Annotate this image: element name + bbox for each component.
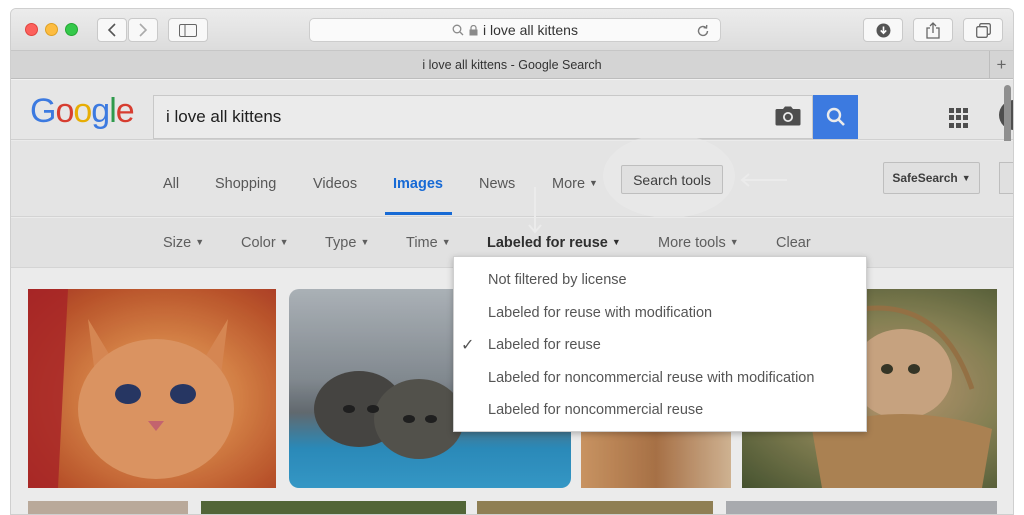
menu-item-not-filtered[interactable]: Not filtered by license	[488, 272, 627, 288]
image-result-row2-2[interactable]	[201, 501, 466, 514]
caret-down-icon: ▼	[360, 237, 370, 247]
browser-toolbar: i love all kittens	[11, 9, 1013, 51]
menu-item-noncommercial-modification[interactable]: Labeled for noncommercial reuse with mod…	[488, 370, 814, 386]
settings-button[interactable]	[999, 162, 1013, 194]
menu-item-noncommercial-reuse[interactable]: Labeled for noncommercial reuse	[488, 402, 703, 418]
search-button[interactable]	[813, 95, 858, 139]
type-filter-label: Type	[325, 235, 357, 251]
type-filter[interactable]: Type ▼	[325, 235, 369, 251]
magnifier-icon	[826, 107, 845, 126]
caret-down-icon: ▼	[961, 173, 971, 183]
caret-down-icon: ▼	[729, 237, 739, 247]
browser-window: i love all kittens i love all kittens - …	[10, 8, 1014, 515]
camera-icon[interactable]	[775, 106, 801, 126]
logo-letter: g	[91, 92, 110, 130]
usage-rights-menu: Not filtered by license Labeled for reus…	[453, 256, 867, 432]
share-button[interactable]	[913, 18, 953, 42]
new-tab-button[interactable]: +	[989, 51, 1013, 78]
download-icon	[876, 23, 890, 37]
google-page: Google i love all kittens All Shopping V…	[11, 80, 1013, 514]
tabs-icon	[975, 22, 991, 38]
downloads-button[interactable]	[863, 18, 903, 42]
chevron-right-icon	[139, 23, 148, 37]
apps-grid-icon[interactable]	[949, 108, 969, 128]
tab-all[interactable]: All	[163, 176, 179, 192]
more-tools-label: More tools	[658, 235, 726, 251]
forward-button[interactable]	[128, 18, 158, 42]
share-icon	[926, 21, 940, 39]
active-tab-indicator	[385, 212, 452, 215]
size-filter-label: Size	[163, 235, 192, 251]
tab-more-label: More	[552, 176, 586, 192]
arrow-left-icon	[740, 173, 787, 187]
caret-down-icon: ▼	[589, 178, 598, 188]
chevron-left-icon	[107, 23, 116, 37]
search-nav: All Shopping Videos Images News More ▼ Se…	[11, 134, 1013, 218]
tab-bar: i love all kittens - Google Search +	[11, 51, 1013, 79]
address-text: i love all kittens	[483, 22, 578, 38]
tab-shopping[interactable]: Shopping	[215, 176, 276, 192]
sidebar-button[interactable]	[168, 18, 208, 42]
caret-down-icon: ▼	[611, 237, 621, 247]
close-window-button[interactable]	[25, 23, 38, 36]
menu-item-labeled-reuse[interactable]: Labeled for reuse	[488, 337, 601, 353]
back-button[interactable]	[97, 18, 127, 42]
tab-images[interactable]: Images	[393, 176, 443, 192]
caret-down-icon: ▼	[441, 237, 451, 247]
caret-down-icon: ▼	[279, 237, 289, 247]
image-result-row2-4[interactable]	[726, 501, 997, 514]
reload-icon[interactable]	[696, 24, 710, 38]
usage-rights-label: Labeled for reuse	[487, 235, 608, 251]
kitten-illustration	[28, 289, 234, 488]
address-bar[interactable]: i love all kittens	[309, 18, 721, 42]
minimize-window-button[interactable]	[45, 23, 58, 36]
safesearch-button[interactable]: SafeSearch ▼	[883, 162, 980, 194]
time-filter[interactable]: Time ▼	[406, 235, 451, 251]
zoom-window-button[interactable]	[65, 23, 78, 36]
image-result-kitten-orange[interactable]	[28, 289, 276, 488]
safesearch-label: SafeSearch	[892, 171, 958, 185]
tab-title[interactable]: i love all kittens - Google Search	[422, 58, 601, 72]
search-tools-button[interactable]: Search tools	[621, 165, 723, 194]
logo-letter: o	[73, 92, 92, 130]
search-input[interactable]: i love all kittens	[153, 95, 813, 139]
usage-rights-filter[interactable]: Labeled for reuse ▼	[487, 235, 621, 251]
google-logo[interactable]: Google	[30, 92, 135, 131]
logo-letter: e	[115, 92, 135, 130]
color-filter-label: Color	[241, 235, 276, 251]
more-tools-filter[interactable]: More tools ▼	[658, 235, 739, 251]
clear-filters-link[interactable]: Clear	[776, 235, 811, 251]
menu-item-reuse-modification[interactable]: Labeled for reuse with modification	[488, 305, 712, 321]
logo-letter: o	[55, 92, 74, 130]
size-filter[interactable]: Size ▼	[163, 235, 204, 251]
tab-news[interactable]: News	[479, 176, 515, 192]
sidebar-icon	[179, 23, 197, 37]
image-result-kitten-partial[interactable]	[581, 430, 731, 488]
image-result-row2-1[interactable]	[28, 501, 188, 514]
lock-icon	[469, 24, 478, 35]
image-result-row2-3[interactable]	[477, 501, 713, 514]
logo-letter: G	[30, 92, 56, 130]
tab-more[interactable]: More ▼	[552, 176, 598, 192]
caret-down-icon: ▼	[195, 237, 205, 247]
tab-videos[interactable]: Videos	[313, 176, 357, 192]
color-filter[interactable]: Color ▼	[241, 235, 289, 251]
arrow-down-icon	[528, 187, 542, 234]
magnifier-icon	[452, 24, 464, 36]
show-tabs-button[interactable]	[963, 18, 1003, 42]
checkmark-icon: ✓	[461, 337, 475, 354]
google-header: Google i love all kittens	[11, 80, 1013, 157]
time-filter-label: Time	[406, 235, 438, 251]
